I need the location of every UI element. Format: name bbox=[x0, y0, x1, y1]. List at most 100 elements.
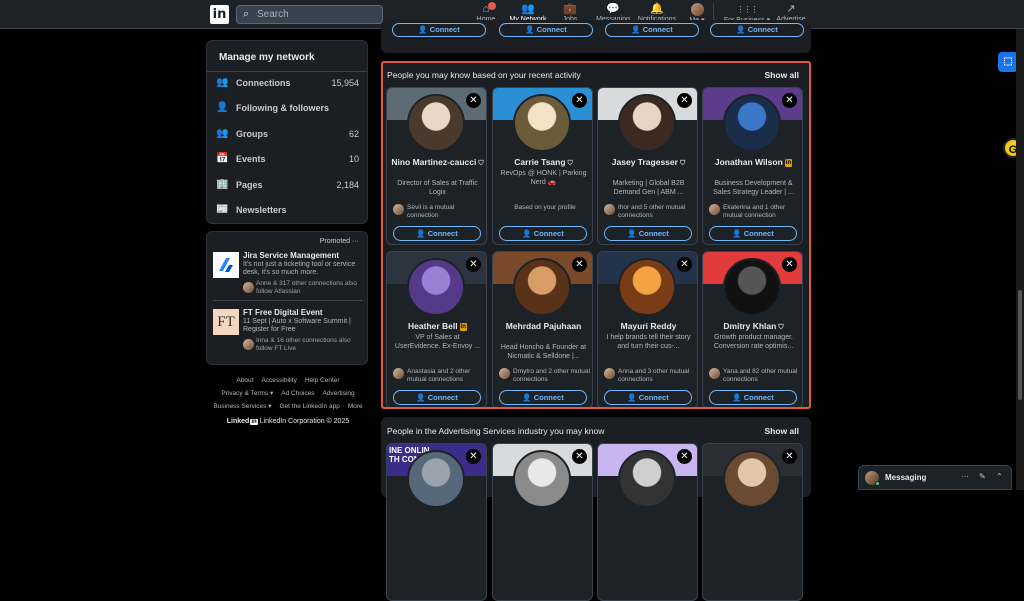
manage-row-label: Groups bbox=[236, 129, 269, 139]
extension-icon[interactable]: ⬚ bbox=[998, 52, 1018, 72]
footer-link[interactable]: Get the LinkedIn app bbox=[280, 403, 340, 410]
manage-row-newsletters[interactable]: 📰 Newsletters bbox=[216, 203, 359, 219]
footer-link[interactable]: Advertising bbox=[323, 390, 355, 397]
footer-link[interactable]: Ad Choices bbox=[281, 390, 314, 397]
manage-row-pages[interactable]: 🏢 Pages 2,184 bbox=[216, 178, 359, 194]
network-icon: 👥 bbox=[521, 3, 535, 15]
section-title: People in the Advertising Services indus… bbox=[387, 426, 605, 436]
person-card[interactable]: ✕ bbox=[492, 443, 593, 601]
advertise-icon: ↗ bbox=[786, 3, 796, 15]
footer-link[interactable]: More bbox=[348, 403, 363, 410]
linkedin-mini-logo: in bbox=[250, 419, 258, 425]
footer-links: About Accessibility Help Center Privacy & … bbox=[206, 374, 370, 413]
manage-row-count: 2,184 bbox=[336, 180, 359, 190]
manage-row-connections[interactable]: 👥 Connections 15,954 bbox=[216, 76, 359, 92]
person-card[interactable]: INE ONLIN TH CON ✕ bbox=[386, 443, 487, 601]
online-indicator bbox=[875, 481, 880, 486]
divider bbox=[207, 71, 367, 72]
footer-link[interactable]: Help Center bbox=[305, 377, 340, 384]
person-card[interactable]: ✕ bbox=[597, 443, 698, 601]
promo-meta: Inna & 16 other connections also follow … bbox=[243, 337, 363, 353]
jira-logo bbox=[213, 252, 239, 278]
show-all-link[interactable]: Show all bbox=[765, 426, 799, 436]
manage-row-label: Connections bbox=[236, 78, 291, 88]
chat-icon: 💬 bbox=[606, 3, 620, 15]
ft-logo: FT bbox=[213, 309, 239, 335]
promo-text: Jira Service Management It's not just a t… bbox=[243, 252, 363, 277]
search-icon: ⌕ bbox=[243, 8, 250, 20]
connect-button[interactable]: 👤 Connect bbox=[499, 23, 593, 37]
dismiss-icon[interactable]: ✕ bbox=[466, 449, 481, 464]
promo-title: Jira Service Management bbox=[243, 251, 340, 260]
promo-meta: Anne & 317 other connections also follow… bbox=[243, 280, 363, 296]
manage-row-label: Newsletters bbox=[236, 205, 287, 215]
promoted-label[interactable]: Promoted ··· bbox=[320, 238, 359, 245]
person-card[interactable]: ✕ bbox=[702, 443, 803, 601]
footer-link[interactable]: About bbox=[236, 377, 253, 384]
search-input[interactable] bbox=[257, 8, 377, 21]
building-icon: 🏢 bbox=[216, 179, 229, 190]
connect-button[interactable]: 👤 Connect bbox=[392, 23, 486, 37]
highlight-frame bbox=[381, 61, 811, 409]
connect-label: Connect bbox=[747, 25, 778, 34]
promo-item-ft[interactable]: FT FT Free Digital Event 11 Sept | Auto x… bbox=[213, 309, 363, 355]
advertising-services-section: People in the Advertising Services indus… bbox=[381, 417, 811, 601]
divider bbox=[213, 300, 363, 301]
profile-photo[interactable] bbox=[513, 450, 571, 508]
footer-link[interactable]: Privacy & Terms ▾ bbox=[221, 390, 273, 397]
connections-icon: 👥 bbox=[216, 77, 229, 88]
copyright-text: LinkedIn Corporation © 2025 bbox=[259, 418, 350, 425]
promo-title: FT Free Digital Event bbox=[243, 308, 323, 317]
manage-row-count: 62 bbox=[348, 129, 359, 139]
compose-icon[interactable]: ✎ bbox=[979, 472, 986, 481]
manage-row-count: 10 bbox=[348, 154, 359, 164]
messaging-label: Messaging bbox=[885, 473, 927, 482]
messaging-bar[interactable]: Messaging ··· ✎ ⌃ bbox=[858, 465, 1012, 490]
calendar-icon: 📅 bbox=[216, 153, 229, 164]
dismiss-icon[interactable]: ✕ bbox=[572, 449, 587, 464]
more-icon[interactable]: ··· bbox=[961, 472, 969, 481]
promo-body: 11 Sept | Auto x Software Summit | Regis… bbox=[243, 318, 351, 333]
briefcase-icon: 💼 bbox=[563, 3, 577, 15]
footer-link[interactable]: Business Services ▾ bbox=[213, 403, 271, 410]
connect-label: Connect bbox=[642, 25, 673, 34]
profile-photo[interactable] bbox=[618, 450, 676, 508]
connect-button[interactable]: 👤 Connect bbox=[710, 23, 804, 37]
search-box[interactable]: ⌕ bbox=[236, 5, 383, 24]
scrollbar-thumb[interactable] bbox=[1018, 290, 1022, 400]
connect-label: Connect bbox=[429, 25, 460, 34]
previous-section-card: 👤 Connect 👤 Connect 👤 Connect 👤 Connect bbox=[381, 20, 811, 53]
promoted-panel: Promoted ··· Jira Service Management It's… bbox=[206, 231, 368, 365]
manage-row-groups[interactable]: 👥 Groups 62 bbox=[216, 127, 359, 143]
manage-row-label: Pages bbox=[236, 180, 263, 190]
bell-icon: 🔔 bbox=[650, 3, 664, 15]
manage-network-panel: Manage my network 👥 Connections 15,954 👤… bbox=[206, 40, 368, 224]
linkedin-logo[interactable]: in bbox=[210, 5, 229, 24]
chevron-up-icon[interactable]: ⌃ bbox=[996, 472, 1003, 481]
avatar bbox=[243, 339, 254, 350]
footer-link[interactable]: Accessibility bbox=[261, 377, 296, 384]
connect-button[interactable]: 👤 Connect bbox=[605, 23, 699, 37]
manage-row-following[interactable]: 👤 Following & followers bbox=[216, 101, 359, 117]
avatar bbox=[243, 282, 254, 293]
footer-brand-text: Linked bbox=[226, 418, 250, 425]
promo-body: It's not just a ticketing tool or servic… bbox=[243, 261, 356, 276]
promo-meta-text: Anne & 317 other connections also follow… bbox=[256, 280, 357, 295]
manage-row-events[interactable]: 📅 Events 10 bbox=[216, 152, 359, 168]
newspaper-icon: 📰 bbox=[216, 204, 229, 215]
profile-avatar bbox=[690, 3, 704, 16]
profile-photo[interactable] bbox=[723, 450, 781, 508]
profile-photo[interactable] bbox=[407, 450, 465, 508]
scrollbar-track[interactable] bbox=[1016, 29, 1024, 490]
dismiss-icon[interactable]: ✕ bbox=[677, 449, 692, 464]
connect-label: Connect bbox=[536, 25, 567, 34]
manage-row-count: 15,954 bbox=[331, 78, 359, 88]
promo-item-jira[interactable]: Jira Service Management It's not just a t… bbox=[213, 252, 363, 296]
person-icon: 👤 bbox=[216, 102, 229, 113]
copyright: Linked in LinkedIn Corporation © 2025 bbox=[206, 418, 370, 425]
dismiss-icon[interactable]: ✕ bbox=[782, 449, 797, 464]
promo-text: FT Free Digital Event 11 Sept | Auto x So… bbox=[243, 309, 363, 334]
groups-icon: 👥 bbox=[216, 128, 229, 139]
manage-network-title: Manage my network bbox=[219, 52, 315, 63]
manage-row-label: Following & followers bbox=[236, 103, 329, 113]
